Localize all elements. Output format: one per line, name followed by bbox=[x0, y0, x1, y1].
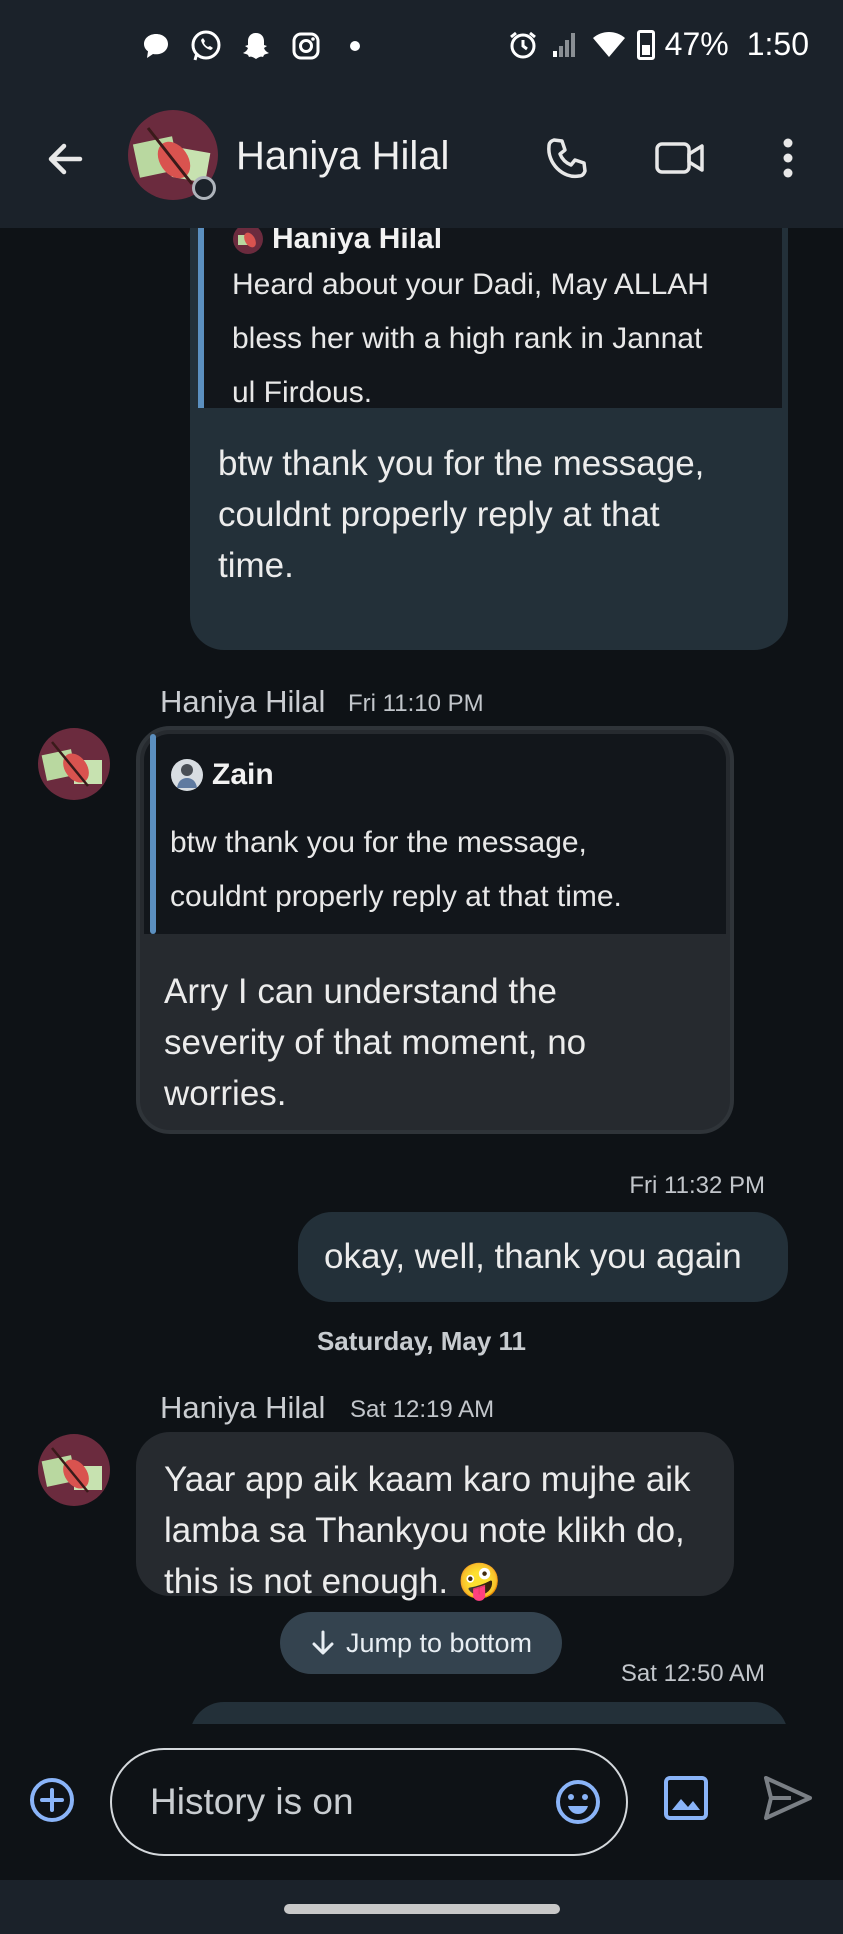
quoted-message[interactable]: Zain btw thank you for the message, coul… bbox=[144, 734, 726, 934]
status-bar: 47% 1:50 bbox=[0, 0, 843, 96]
image-gallery-icon[interactable] bbox=[662, 1774, 710, 1822]
quote-line: couldnt properly reply at that time. bbox=[170, 880, 622, 913]
quote-line: btw thank you for the message, bbox=[170, 826, 587, 859]
snapchat-icon bbox=[238, 28, 274, 64]
send-icon[interactable] bbox=[762, 1774, 814, 1822]
battery-icon bbox=[636, 29, 655, 60]
message-line: btw thank you for the message, bbox=[218, 444, 705, 483]
back-arrow-icon[interactable] bbox=[40, 134, 90, 184]
sender-name: Haniya Hilal bbox=[160, 1390, 326, 1425]
message-line: time. bbox=[218, 546, 294, 585]
contact-name[interactable]: Haniya Hilal bbox=[236, 134, 449, 179]
incoming-message[interactable]: Yaar app aik kaam karo mujhe aik lamba s… bbox=[136, 1432, 734, 1601]
quote-author-name: Zain bbox=[212, 758, 274, 791]
notification-icons bbox=[138, 28, 360, 64]
quote-author: Haniya Hilal bbox=[232, 228, 442, 256]
message-timestamp: Sat 12:19 AM bbox=[350, 1396, 495, 1423]
quote-line: bless her with a high rank in Jannat bbox=[232, 322, 703, 355]
message-text: Yaar app aik kaam karo mujhe aik lamba s… bbox=[164, 1454, 720, 1607]
emoji-icon[interactable] bbox=[554, 1778, 602, 1826]
quote-text: Heard about your Dadi, May ALLAH bless h… bbox=[232, 258, 772, 420]
system-navigation-bar bbox=[0, 1880, 843, 1934]
sender-avatar[interactable] bbox=[38, 728, 110, 800]
message-line: this is not enough. 🤪 bbox=[164, 1562, 502, 1601]
incoming-message[interactable]: Zain btw thank you for the message, coul… bbox=[136, 726, 734, 1134]
quote-author-name: Haniya Hilal bbox=[272, 228, 443, 255]
quote-text: btw thank you for the message, couldnt p… bbox=[170, 816, 710, 924]
arrow-down-icon bbox=[312, 1630, 334, 1655]
more-options-icon[interactable] bbox=[760, 130, 816, 186]
signal-icon bbox=[552, 32, 575, 57]
sender-avatar[interactable] bbox=[38, 1434, 110, 1506]
quote-bar bbox=[150, 734, 156, 934]
quote-author: Zain bbox=[170, 758, 274, 792]
add-attachment-icon[interactable] bbox=[28, 1776, 76, 1824]
composer-bar bbox=[0, 1724, 843, 1880]
message-timestamp: Fri 11:10 PM bbox=[348, 690, 484, 717]
dot-icon bbox=[350, 41, 360, 51]
quote-line: ul Firdous. bbox=[232, 376, 373, 409]
wifi-icon bbox=[592, 31, 625, 57]
outgoing-message[interactable] bbox=[190, 1702, 788, 1724]
message-line: Yaar app aik kaam karo mujhe aik bbox=[164, 1460, 691, 1499]
message-list[interactable]: Haniya Hilal Heard about your Dadi, May … bbox=[0, 228, 843, 1724]
date-separator: Saturday, May 11 bbox=[316, 1326, 527, 1356]
home-gesture-handle[interactable] bbox=[284, 1904, 560, 1914]
jump-to-bottom-label: Jump to bottom bbox=[345, 1627, 533, 1658]
battery-percent: 47% bbox=[664, 26, 729, 62]
message-text: okay, well, thank you again bbox=[324, 1237, 742, 1276]
video-call-icon[interactable] bbox=[652, 130, 708, 186]
quote-author-avatar bbox=[171, 759, 203, 791]
message-line: couldnt properly reply at that bbox=[218, 495, 660, 534]
jump-to-bottom-button[interactable]: Jump to bottom bbox=[280, 1612, 562, 1674]
whatsapp-icon bbox=[188, 28, 224, 64]
message-line: worries. bbox=[164, 1074, 287, 1113]
status-right: 47% 1:50 bbox=[507, 26, 809, 63]
message-timestamp: Sat 12:50 AM bbox=[620, 1660, 765, 1687]
quoted-message[interactable]: Haniya Hilal Heard about your Dadi, May … bbox=[198, 228, 782, 409]
alarm-icon bbox=[509, 31, 536, 58]
outgoing-message[interactable]: okay, well, thank you again bbox=[298, 1212, 788, 1302]
message-text: btw thank you for the message, couldnt p… bbox=[218, 438, 778, 591]
chat-bubble-icon bbox=[138, 28, 174, 64]
message-text: Arry I can understand the severity of th… bbox=[164, 966, 714, 1119]
quote-line: Heard about your Dadi, May ALLAH bbox=[232, 268, 709, 301]
instagram-icon bbox=[288, 28, 324, 64]
message-timestamp: Fri 11:32 PM bbox=[629, 1172, 765, 1199]
message-input-container[interactable] bbox=[110, 1748, 628, 1856]
message-line: Arry I can understand the bbox=[164, 972, 557, 1011]
outgoing-message[interactable]: Haniya Hilal Heard about your Dadi, May … bbox=[190, 228, 788, 650]
phone-call-icon[interactable] bbox=[540, 130, 596, 186]
quote-bar bbox=[198, 228, 204, 408]
sender-name: Haniya Hilal bbox=[160, 684, 326, 719]
quote-author-avatar bbox=[233, 228, 263, 254]
clock: 1:50 bbox=[746, 26, 809, 62]
message-line: severity of that moment, no bbox=[164, 1023, 587, 1062]
status-badge bbox=[192, 176, 216, 200]
message-input[interactable] bbox=[150, 1750, 530, 1854]
conversation-header: Haniya Hilal bbox=[0, 96, 843, 228]
message-line: lamba sa Thankyou note klikh do, bbox=[164, 1511, 685, 1550]
